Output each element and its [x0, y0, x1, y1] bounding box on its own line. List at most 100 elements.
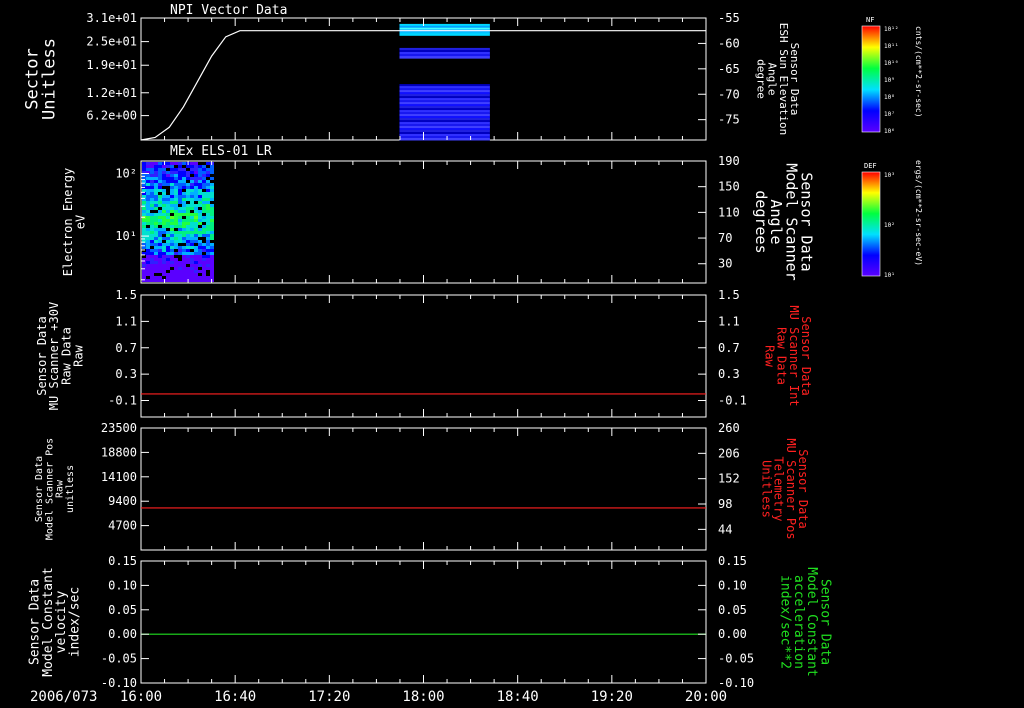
spectrogram-cell	[206, 231, 210, 234]
spectrogram-cell	[162, 207, 166, 210]
spectrogram-cell	[166, 243, 170, 246]
right-tick-label: 206	[718, 446, 740, 460]
spectrogram-cell	[202, 279, 206, 282]
spectrogram-cell	[166, 267, 170, 270]
spectrogram-cell	[158, 270, 162, 273]
spectrogram-cell	[150, 234, 154, 237]
spectrogram-cell	[146, 195, 150, 198]
spectrogram-cell	[158, 252, 162, 255]
spectrogram-cell	[166, 279, 170, 282]
spectrogram-cell	[178, 222, 182, 225]
spectrogram-cell	[142, 225, 146, 228]
spectrogram-cell	[158, 276, 162, 279]
spectrogram-cell	[178, 270, 182, 273]
spectrogram-cell	[174, 264, 178, 267]
spectrogram-cell	[206, 216, 210, 219]
spectrogram-cell	[150, 216, 154, 219]
spectrogram-cell	[142, 219, 146, 222]
spectrogram-cell	[210, 234, 214, 237]
spectrogram-cell	[198, 177, 202, 180]
spectrogram-cell	[178, 231, 182, 234]
spectrogram-cell	[194, 180, 198, 183]
spectrogram-cell	[170, 171, 174, 174]
spectrogram-cell	[194, 213, 198, 216]
left-tick-label: -0.10	[101, 676, 137, 690]
spectrogram-cell	[194, 216, 198, 219]
spectrogram-cell	[166, 219, 170, 222]
spectrogram-cell	[182, 198, 186, 201]
spectrogram-cell	[194, 270, 198, 273]
right-axis-title-line: Raw	[762, 345, 776, 367]
spectrogram-cell	[194, 231, 198, 234]
spectrogram-cell	[146, 246, 150, 249]
spectrogram-cell	[190, 177, 194, 180]
spectrogram-cell	[174, 240, 178, 243]
spectrogram-cell	[206, 276, 210, 279]
spectrogram-cell	[158, 168, 162, 171]
spectrogram-cell	[158, 177, 162, 180]
spectrogram-cell	[210, 231, 214, 234]
spectrogram-cell	[158, 246, 162, 249]
spectrogram-cell	[162, 195, 166, 198]
spectrogram-cell	[170, 252, 174, 255]
spectrogram-cell	[182, 240, 186, 243]
spectrogram-cell	[166, 204, 170, 207]
spectrogram-cell	[198, 276, 202, 279]
left-axis-title: Electron EnergyeV	[61, 168, 87, 276]
spectrogram-cell	[158, 216, 162, 219]
spectrogram-cell	[210, 183, 214, 186]
left-axis-title: SectorUnitless	[22, 38, 59, 120]
spectrogram-cell	[178, 276, 182, 279]
spectrogram-cell	[186, 210, 190, 213]
spectrogram-cell	[198, 279, 202, 282]
spectrogram-cell	[190, 270, 194, 273]
panel-1-title: NPI Vector Data	[170, 3, 287, 18]
spectrogram-cell	[158, 255, 162, 258]
spectrogram-cell	[154, 279, 158, 282]
spectrogram-cell	[194, 219, 198, 222]
spectrogram-cell	[154, 276, 158, 279]
spectrogram-cell	[142, 201, 146, 204]
spectrogram-cell	[142, 276, 146, 279]
spectrogram-cell	[190, 171, 194, 174]
spectrogram-cell	[182, 252, 186, 255]
spectrogram-cell	[198, 228, 202, 231]
right-tick-label: -0.10	[718, 676, 754, 690]
spectrogram-cell	[202, 258, 206, 261]
spectrogram-cell	[206, 261, 210, 264]
spectrogram-cell	[210, 246, 214, 249]
spectrogram-cell	[162, 204, 166, 207]
spectrogram-cell	[206, 195, 210, 198]
spectrogram-cell	[194, 267, 198, 270]
spectrogram-cell	[198, 252, 202, 255]
spectrogram-cell	[154, 231, 158, 234]
spectrogram-cell	[166, 276, 170, 279]
spectrogram-cell	[194, 195, 198, 198]
spectrogram-cell	[186, 234, 190, 237]
spectrogram-cell	[190, 237, 194, 240]
spectrogram-cell	[198, 270, 202, 273]
spectrogram-cell	[186, 273, 190, 276]
spectrogram-cell	[194, 249, 198, 252]
spectrogram-cell	[194, 264, 198, 267]
colorbar-nf-tick: 10¹⁰	[884, 60, 898, 67]
spectrogram-cell	[182, 258, 186, 261]
left-axis-title-line: eV	[73, 215, 87, 229]
spectrogram-cell	[210, 255, 214, 258]
spectrogram-cell	[166, 201, 170, 204]
spectrogram-cell	[162, 231, 166, 234]
spectrogram-cell	[186, 258, 190, 261]
spectrogram-cell	[182, 231, 186, 234]
spectrogram-cell	[166, 195, 170, 198]
spectrogram-cell	[146, 237, 150, 240]
panel-2-spectrogram	[142, 162, 214, 282]
spectrogram-cell	[186, 186, 190, 189]
spectrogram-cell	[210, 210, 214, 213]
spectrogram-cell	[190, 180, 194, 183]
spectrogram-cell	[194, 237, 198, 240]
spectrogram-cell	[174, 162, 178, 165]
spectrogram-cell	[170, 165, 174, 168]
spectrogram-cell	[146, 204, 150, 207]
spectrogram-cell	[202, 249, 206, 252]
spectrogram-cell	[190, 216, 194, 219]
